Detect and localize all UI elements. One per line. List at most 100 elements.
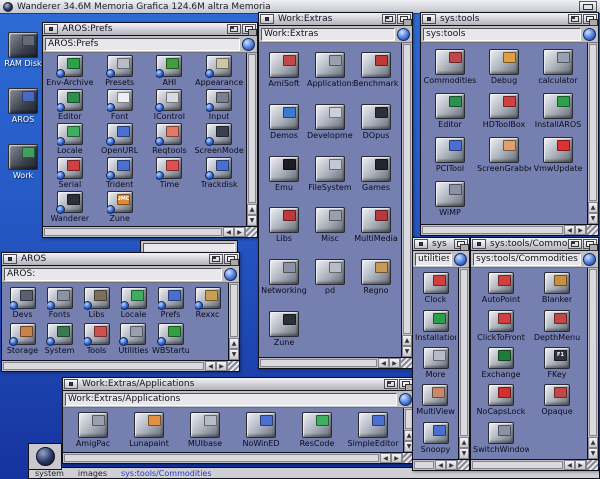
scroll-left-arrow[interactable]: ◀ [564,460,575,470]
icon-fonts[interactable]: Fonts [47,287,73,320]
app-logo-panel[interactable] [28,443,62,470]
icon-ahi[interactable]: AHI [156,55,182,88]
icon-exchange[interactable]: Exchange [481,347,520,380]
icon-editor[interactable]: Editor [57,89,83,122]
icon-switchwindows[interactable]: SwitchWindows [473,422,529,455]
vscroll-knob[interactable] [230,284,238,337]
scroll-down-arrow[interactable]: ▼ [588,448,598,459]
icon-locale[interactable]: Locale [57,123,83,156]
icon-debug[interactable]: Debug [489,49,519,86]
scroll-left-arrow[interactable]: ◀ [378,358,389,368]
close-gadget[interactable] [3,254,17,264]
scroll-left-arrow[interactable]: ◀ [223,227,234,237]
icon-blanker[interactable]: Blanker [542,272,572,305]
icon-demos[interactable]: Demos [269,104,299,141]
icon-simpleeditor[interactable]: SimpleEditor [348,412,399,449]
scroll-left-arrow[interactable]: ◀ [205,361,216,371]
icon-clicktofront[interactable]: ClickToFront [477,310,525,343]
close-gadget[interactable] [64,379,78,389]
horizontal-scrollbar[interactable]: ◀▶ [259,357,412,368]
icon-rescode[interactable]: ResCode [300,412,335,449]
scroll-down-arrow[interactable]: ▼ [229,349,239,360]
icon-serial[interactable]: Serial [57,157,83,190]
depth-gadget[interactable] [399,379,413,389]
icon-system[interactable]: System [45,323,75,356]
zoom-gadget[interactable] [568,239,582,249]
depth-gadget[interactable] [454,239,468,249]
scroll-up-arrow[interactable]: ▲ [402,335,412,346]
icon-applications[interactable]: Applications [307,52,353,89]
globe-button[interactable] [454,253,467,266]
globe-button[interactable] [583,253,596,266]
icon-clock[interactable]: Clock [423,272,449,305]
icon-rexxc[interactable]: Rexxc [195,287,221,320]
scroll-up-arrow[interactable]: ▲ [588,202,598,213]
scroll-left-arrow[interactable]: ◀ [564,225,575,235]
path-field[interactable] [473,253,581,266]
icon-benchmarks[interactable]: Benchmarks [353,52,399,89]
icon-reqtools[interactable]: Reqtools [152,123,187,156]
icon-prefs[interactable]: Prefs [158,287,184,320]
icon-time[interactable]: Time [156,157,182,190]
close-gadget[interactable] [422,14,436,24]
icon-aros[interactable]: AROS [2,88,44,144]
icon-misc[interactable]: Misc [315,207,345,244]
vertical-scrollbar[interactable]: ▲▼ [228,283,239,360]
icon-commodities[interactable]: Commodities [424,49,477,86]
hscroll-knob[interactable] [472,461,563,469]
hscroll-knob[interactable] [260,359,377,367]
icon-editor[interactable]: Editor [435,93,465,130]
icon-amisoft[interactable]: AmiSoft [268,52,299,89]
icon-multiview[interactable]: MultiView [416,384,455,417]
scroll-left-arrow[interactable]: ◀ [435,460,446,470]
vscroll-knob[interactable] [403,44,411,334]
depth-gadget[interactable] [397,14,411,24]
icon-screenmode[interactable]: ScreenMode [194,123,243,156]
scroll-down-arrow[interactable]: ▼ [402,346,412,357]
vscroll-knob[interactable] [589,44,597,201]
window-titlebar[interactable]: sys [413,238,469,251]
scroll-right-arrow[interactable]: ▶ [389,358,400,368]
path-field[interactable] [415,253,452,266]
icon-tools[interactable]: Tools [84,323,110,356]
path-field[interactable] [423,28,581,41]
icon-hdtoolbox[interactable]: HDToolBox [483,93,526,130]
path-field[interactable] [45,38,240,51]
close-gadget[interactable] [414,239,428,249]
icon-libs[interactable]: Libs [84,287,110,320]
horizontal-scrollbar[interactable]: ◀▶ [63,452,414,463]
globe-button[interactable] [583,28,596,41]
icon-calculator[interactable]: calculator [538,49,577,86]
icon-work[interactable]: Work [2,144,44,200]
vscroll-knob[interactable] [460,269,468,436]
window-titlebar[interactable]: Work:Extras [259,13,412,26]
vscroll-knob[interactable] [589,269,597,436]
icon-zune[interactable]: Zune [269,311,299,348]
path-field[interactable] [261,28,395,41]
scroll-up-arrow[interactable]: ▲ [247,204,257,215]
icon-pd[interactable]: pd [315,259,345,296]
path-field[interactable] [65,393,397,406]
horizontal-scrollbar[interactable]: ◀▶ [43,226,257,237]
icon-opaque[interactable]: Opaque [541,384,572,417]
depth-gadget[interactable] [242,24,256,34]
path-field[interactable] [4,268,222,281]
zoom-gadget[interactable] [227,24,241,34]
close-gadget[interactable] [44,24,58,34]
icon-regno[interactable]: Regno [361,259,391,296]
resize-gadget[interactable] [457,460,469,470]
icon-muibase[interactable]: MUIbase [188,412,222,449]
horizontal-scrollbar[interactable]: ◀▶ [421,224,598,235]
icon-development[interactable]: Development [307,104,353,141]
icon-openurl[interactable]: OpenURL [101,123,138,156]
screen-depth-gadget[interactable] [579,1,597,12]
globe-button[interactable] [224,268,237,281]
resize-gadget[interactable] [227,361,239,371]
vertical-scrollbar[interactable]: ▲▼ [587,43,598,224]
icon-filesystem[interactable]: FileSystem [308,156,351,193]
zoom-gadget[interactable] [568,14,582,24]
hscroll-knob[interactable] [422,226,563,234]
icon-depthmenu[interactable]: DepthMenu [534,310,580,343]
zoom-gadget[interactable] [209,254,223,264]
icon-amigpac[interactable]: AmigPac [76,412,110,449]
